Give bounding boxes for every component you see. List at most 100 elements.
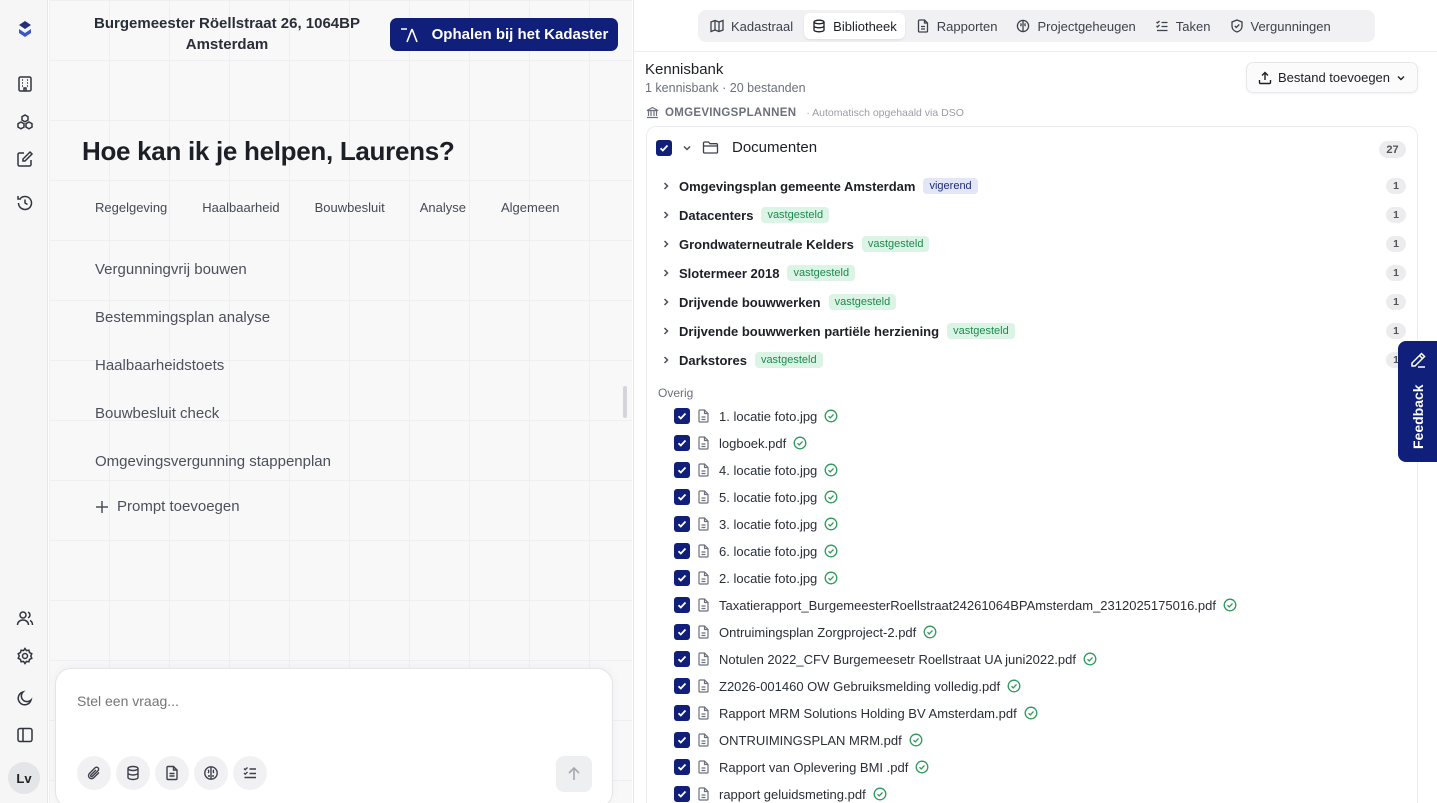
file-checkbox[interactable] [674, 759, 690, 775]
check-icon [677, 736, 687, 744]
file-checkbox[interactable] [674, 786, 690, 802]
plan-row[interactable]: Omgevingsplan gemeente Amsterdam vigerend [661, 176, 978, 196]
file-checkbox[interactable] [674, 570, 690, 586]
users-icon[interactable] [12, 605, 38, 631]
file-name: 5. locatie foto.jpg [719, 489, 818, 505]
history-icon[interactable] [12, 190, 38, 216]
file-row[interactable]: 5. locatie foto.jpg [674, 488, 838, 506]
file-row[interactable]: 1. locatie foto.jpg [674, 407, 838, 425]
chat-input[interactable] [77, 693, 577, 709]
plan-row[interactable]: Drijvende bouwwerken partiële herziening… [661, 321, 1015, 341]
kadaster-icon [400, 27, 418, 42]
add-prompt-button[interactable]: Prompt toevoegen [95, 498, 240, 515]
plan-row[interactable]: Darkstores vastgesteld [661, 350, 823, 370]
chevron-down-icon[interactable] [681, 142, 693, 154]
chevron-right-icon[interactable] [661, 297, 671, 307]
file-row[interactable]: rapport geluidsmeting.pdf [674, 785, 887, 803]
edit-icon[interactable] [12, 146, 38, 172]
kadaster-button[interactable]: Ophalen bij het Kadaster [390, 18, 618, 51]
prompt-item[interactable]: Vergunningvrij bouwen [95, 258, 331, 306]
prompt-item[interactable]: Haalbaarheidstoets [95, 354, 331, 402]
attach-button[interactable] [77, 756, 111, 790]
category-algemeen[interactable]: Algemeen [501, 196, 560, 219]
file-checkbox[interactable] [674, 705, 690, 721]
plan-name: Drijvende bouwwerken partiële herziening [679, 323, 940, 339]
plan-row[interactable]: Grondwaterneutrale Kelders vastgesteld [661, 234, 930, 254]
chevron-right-icon[interactable] [661, 239, 671, 249]
kadaster-button-label: Ophalen bij het Kadaster [431, 26, 609, 43]
chevron-right-icon[interactable] [661, 326, 671, 336]
file-row[interactable]: logboek.pdf [674, 434, 807, 452]
prompt-item[interactable]: Omgevingsvergunning stappenplan [95, 450, 331, 498]
file-checkbox[interactable] [674, 678, 690, 694]
category-analyse[interactable]: Analyse [420, 196, 466, 219]
document-button[interactable] [155, 756, 189, 790]
file-row[interactable]: Ontruimingsplan Zorgproject-2.pdf [674, 623, 937, 641]
avatar[interactable]: Lv [8, 762, 40, 794]
file-checkbox[interactable] [674, 651, 690, 667]
file-row[interactable]: 6. locatie foto.jpg [674, 542, 838, 560]
tab-rapporten[interactable]: Rapporten [908, 13, 1006, 39]
file-checkbox[interactable] [674, 543, 690, 559]
file-checkbox[interactable] [674, 516, 690, 532]
category-haalbaarheid[interactable]: Haalbaarheid [202, 196, 279, 219]
file-checkbox[interactable] [674, 732, 690, 748]
check-icon [677, 655, 687, 663]
add-file-button[interactable]: Bestand toevoegen [1246, 62, 1418, 93]
tab-kadastraal[interactable]: Kadastraal [702, 13, 801, 39]
section-note: · Automatisch opgehaald via DSO [806, 106, 964, 119]
category-bouwbesluit[interactable]: Bouwbesluit [315, 196, 385, 219]
database-button[interactable] [116, 756, 150, 790]
tab-projectgeheugen[interactable]: Projectgeheugen [1008, 13, 1143, 39]
tab-vergunningen[interactable]: Vergunningen [1222, 13, 1339, 39]
file-row[interactable]: Rapport van Oplevering BMI .pdf [674, 758, 929, 776]
prompt-item[interactable]: Bouwbesluit check [95, 402, 331, 450]
file-icon [698, 787, 709, 801]
file-row[interactable]: 2. locatie foto.jpg [674, 569, 838, 587]
status-badge: vastgesteld [861, 236, 930, 252]
file-row[interactable]: Rapport MRM Solutions Holding BV Amsterd… [674, 704, 1038, 722]
file-row[interactable]: 4. locatie foto.jpg [674, 461, 838, 479]
chevron-right-icon[interactable] [661, 355, 671, 365]
file-row[interactable]: 3. locatie foto.jpg [674, 515, 838, 533]
file-row[interactable]: Taxatierapport_BurgemeesterRoellstraat24… [674, 596, 1237, 614]
resize-handle[interactable] [623, 386, 627, 418]
chevron-right-icon[interactable] [661, 181, 671, 191]
file-checkbox[interactable] [674, 624, 690, 640]
tasks-button[interactable] [233, 756, 267, 790]
file-checkbox[interactable] [674, 597, 690, 613]
folder-checkbox[interactable] [656, 139, 672, 156]
file-row[interactable]: Z2026-001460 OW Gebruiksmelding volledig… [674, 677, 1021, 695]
feedback-tab[interactable]: Feedback [1398, 341, 1437, 462]
file-name: Notulen 2022_CFV Burgemeesetr Roellstraa… [719, 651, 1076, 667]
send-button[interactable] [556, 756, 592, 792]
check-icon [677, 412, 687, 420]
settings-icon[interactable] [12, 643, 38, 669]
file-checkbox[interactable] [674, 489, 690, 505]
brain-button[interactable] [194, 756, 228, 790]
file-checkbox[interactable] [674, 435, 690, 451]
chevron-right-icon[interactable] [661, 268, 671, 278]
file-row[interactable]: Notulen 2022_CFV Burgemeesetr Roellstraa… [674, 650, 1097, 668]
boxes-icon[interactable] [12, 109, 38, 135]
database-icon [127, 765, 139, 781]
category-regelgeving[interactable]: Regelgeving [95, 196, 167, 219]
chevron-right-icon[interactable] [661, 210, 671, 220]
tab-bibliotheek[interactable]: Bibliotheek [804, 13, 905, 39]
prompt-item[interactable]: Bestemmingsplan analyse [95, 306, 331, 354]
file-checkbox[interactable] [674, 408, 690, 424]
plan-row[interactable]: Datacenters vastgesteld [661, 205, 830, 225]
status-badge: vigerend [923, 178, 978, 194]
building-icon[interactable] [12, 71, 38, 97]
tab-taken[interactable]: Taken [1147, 13, 1219, 39]
check-circle-icon [824, 517, 838, 531]
add-file-label: Bestand toevoegen [1277, 70, 1391, 85]
logo-icon[interactable] [12, 16, 38, 42]
plan-row[interactable]: Slotermeer 2018 vastgesteld [661, 263, 856, 283]
file-checkbox[interactable] [674, 462, 690, 478]
moon-icon[interactable] [12, 685, 38, 711]
file-row[interactable]: ONTRUIMINGSPLAN MRM.pdf [674, 731, 923, 749]
sidebar-icon[interactable] [12, 722, 38, 748]
check-icon [677, 547, 687, 555]
plan-row[interactable]: Drijvende bouwwerken vastgesteld [661, 292, 897, 312]
